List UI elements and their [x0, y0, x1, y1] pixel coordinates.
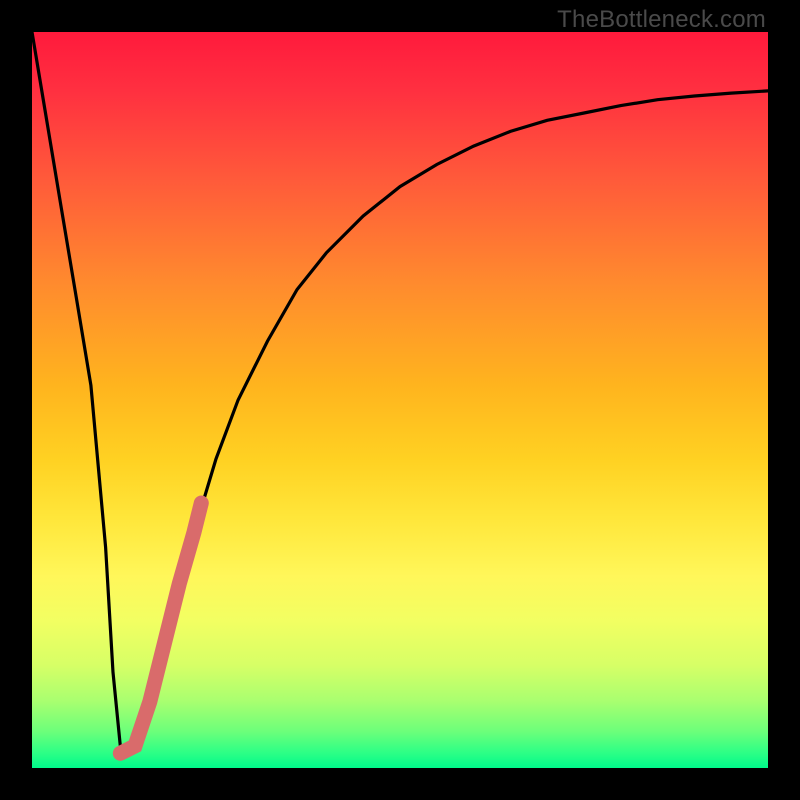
curve-layer [32, 32, 768, 768]
plot-area [32, 32, 768, 768]
chart-frame: TheBottleneck.com [0, 0, 800, 800]
highlight-segment [120, 503, 201, 753]
watermark-text: TheBottleneck.com [557, 6, 766, 34]
bottleneck-curve [32, 32, 768, 753]
